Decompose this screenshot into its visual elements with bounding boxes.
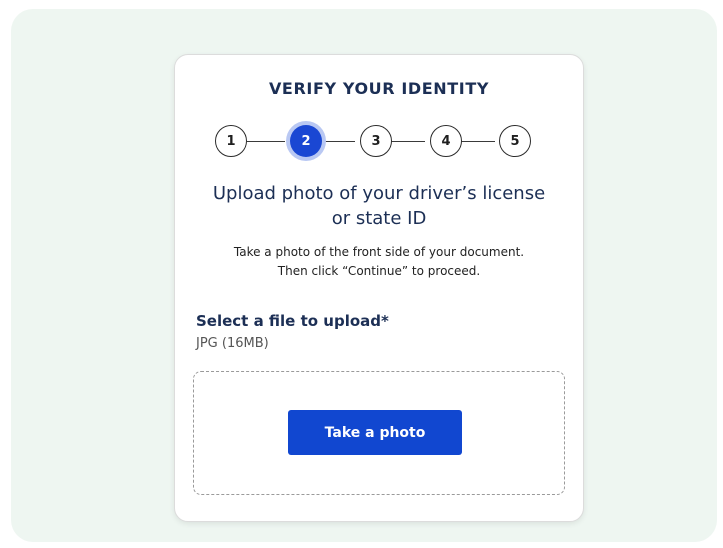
instructions-line-2: Then click “Continue” to proceed. xyxy=(277,264,481,278)
instructions-line-1: Take a photo of the front side of your d… xyxy=(233,245,525,259)
upload-instructions: Take a photo of the front side of your d… xyxy=(195,243,563,281)
step-5: 5 xyxy=(499,125,531,157)
progress-stepper: 1 2 3 4 5 xyxy=(215,125,535,159)
upload-heading: Upload photo of your driver’s license or… xyxy=(195,181,563,231)
take-photo-button[interactable]: Take a photo xyxy=(288,410,462,455)
step-connector xyxy=(247,141,285,142)
step-connector xyxy=(387,141,425,142)
step-4: 4 xyxy=(430,125,462,157)
upload-heading-line-1: Upload photo of your driver’s license xyxy=(212,183,546,204)
file-type-hint: JPG (16MB) xyxy=(196,336,269,351)
file-select-label: Select a file to upload* xyxy=(196,312,389,330)
upload-heading-line-2: or state ID xyxy=(331,208,427,229)
step-1: 1 xyxy=(215,125,247,157)
step-2-active: 2 xyxy=(290,125,322,157)
card-title: VERIFY YOUR IDENTITY xyxy=(268,79,490,98)
step-3: 3 xyxy=(360,125,392,157)
step-connector xyxy=(457,141,495,142)
verification-card: VERIFY YOUR IDENTITY 1 2 3 4 5 Upload ph… xyxy=(174,54,584,522)
step-connector xyxy=(317,141,355,142)
